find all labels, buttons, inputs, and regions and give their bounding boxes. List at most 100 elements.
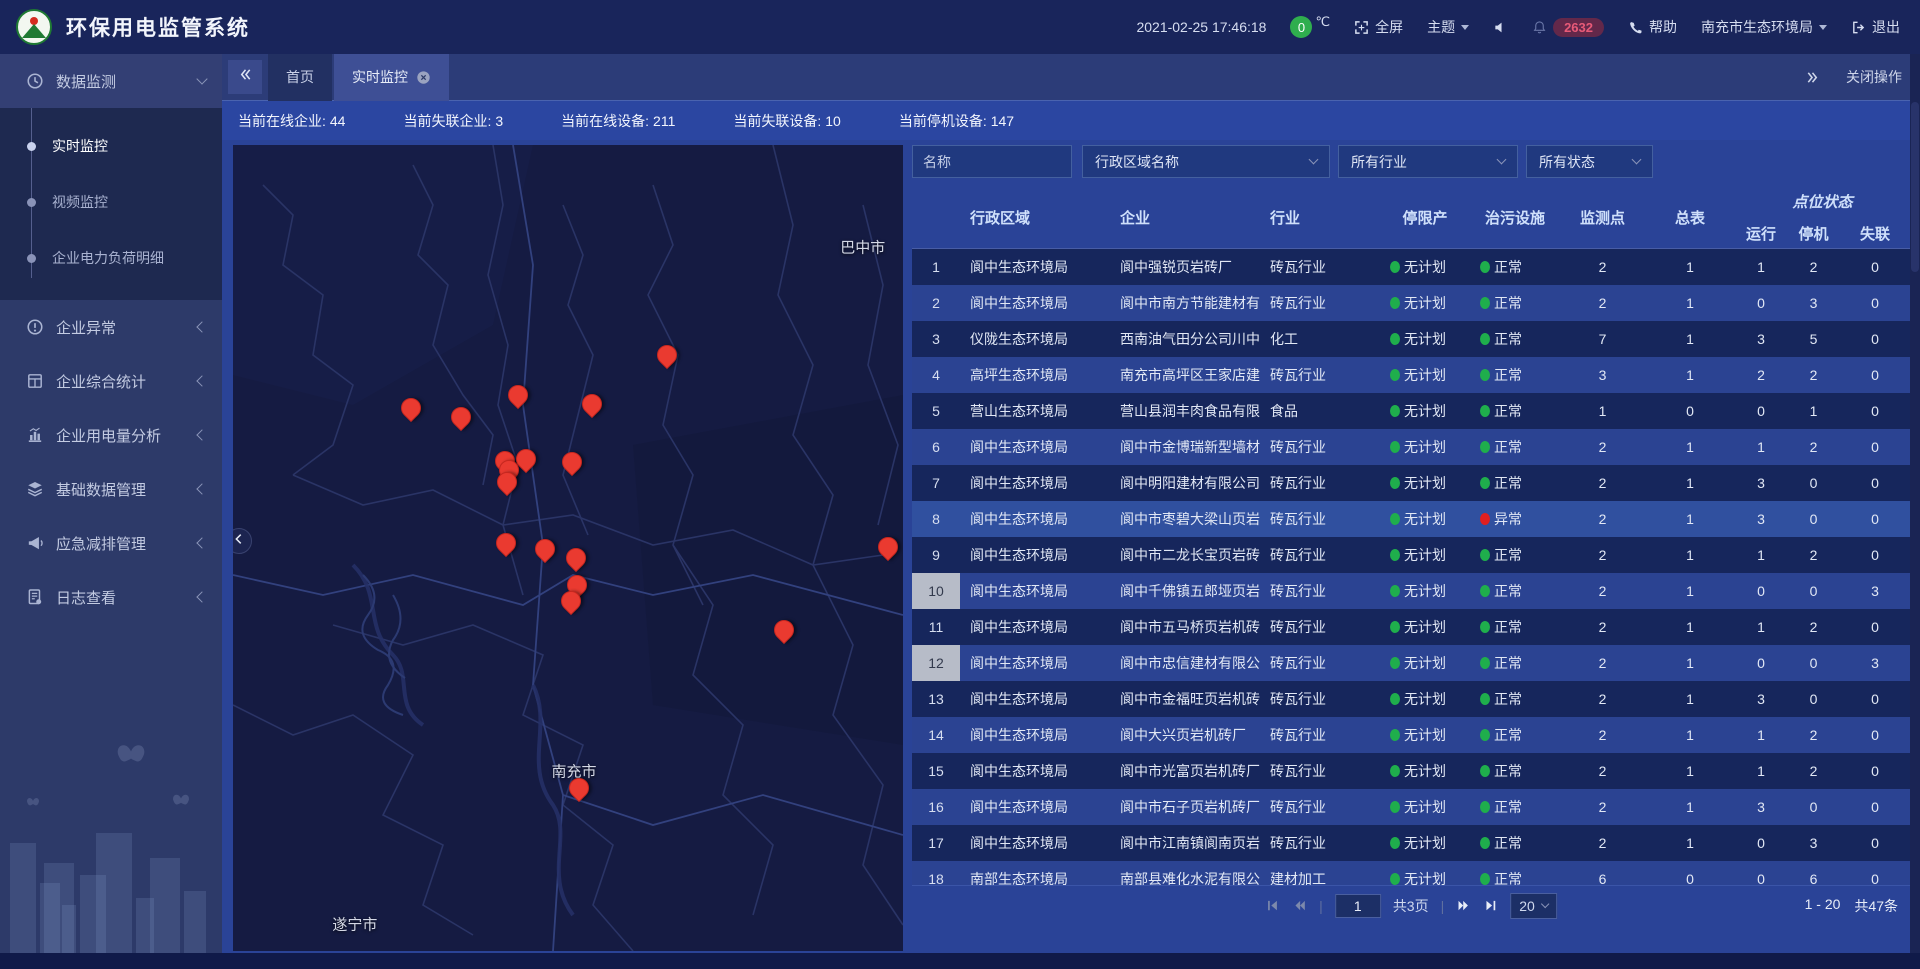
sidebar-item-base-data[interactable]: 基础数据管理 [0, 462, 222, 516]
butterfly-decoration [27, 798, 39, 806]
next-page-button[interactable] [1456, 898, 1471, 913]
tab-home[interactable]: 首页 [268, 54, 332, 101]
last-page-button[interactable] [1483, 898, 1498, 913]
table-row[interactable]: 1阆中生态环境局阆中强锐页岩砖厂砖瓦行业无计划正常21120 [912, 249, 1910, 285]
sidebar-subitem-realtime-monitor[interactable]: 实时监控 [0, 118, 222, 174]
logout-icon [1851, 20, 1866, 35]
cell-stopped: 0 [1787, 573, 1840, 609]
table-row[interactable]: 3仪陇生态环境局西南油气田分公司川中化工无计划正常71350 [912, 321, 1910, 357]
table-row[interactable]: 6阆中生态环境局阆中市金博瑞新型墙材砖瓦行业无计划正常21120 [912, 429, 1910, 465]
cell-company: 阆中市二龙长宝页岩砖 [1110, 537, 1260, 573]
status-filter-select[interactable]: 所有状态 [1526, 145, 1653, 178]
cell-facility-status: 正常 [1470, 465, 1560, 501]
sidebar-item-data-monitor[interactable]: 数据监测 [0, 54, 222, 108]
name-filter-input[interactable] [912, 145, 1072, 178]
mute-button[interactable] [1493, 20, 1508, 35]
cell-stopped: 0 [1787, 789, 1840, 825]
logout-button[interactable]: 退出 [1851, 17, 1900, 37]
cell-industry: 砖瓦行业 [1260, 537, 1380, 573]
cell-region: 阆中生态环境局 [960, 537, 1110, 573]
cell-limit-status: 无计划 [1380, 357, 1470, 393]
tabs-scroll-right-button[interactable] [1805, 70, 1820, 85]
scrollbar-thumb[interactable] [1911, 102, 1919, 272]
cell-facility-status: 正常 [1470, 357, 1560, 393]
help-button[interactable]: 帮助 [1628, 17, 1677, 37]
table-row[interactable]: 2阆中生态环境局阆中市南方节能建材有砖瓦行业无计划正常21030 [912, 285, 1910, 321]
org-menu-button[interactable]: 南充市生态环境局 [1701, 17, 1827, 37]
table-row[interactable]: 13阆中生态环境局阆中市金福旺页岩机砖砖瓦行业无计划正常21300 [912, 681, 1910, 717]
sidebar-item-emergency-reduction[interactable]: 应急减排管理 [0, 516, 222, 570]
page-number-input[interactable] [1335, 894, 1381, 918]
bullet-dot-icon [27, 254, 36, 263]
page-size-select[interactable]: 20 [1510, 893, 1557, 919]
sidebar-item-power-usage-analysis[interactable]: 企业用电量分析 [0, 408, 222, 462]
cell-limit-status: 无计划 [1380, 825, 1470, 861]
table-row[interactable]: 17阆中生态环境局阆中市江南镇阆南页岩砖瓦行业无计划正常21030 [912, 825, 1910, 861]
region-filter-select[interactable]: 行政区域名称 [1082, 145, 1330, 178]
cell-index: 11 [912, 609, 960, 645]
table-row[interactable]: 9阆中生态环境局阆中市二龙长宝页岩砖砖瓦行业无计划正常21120 [912, 537, 1910, 573]
prev-page-button[interactable] [1292, 898, 1307, 913]
table-row[interactable]: 12阆中生态环境局阆中市忠信建材有限公砖瓦行业无计划正常21003 [912, 645, 1910, 681]
cell-index: 5 [912, 393, 960, 429]
first-page-button[interactable] [1265, 898, 1280, 913]
chevron-down-icon [1497, 155, 1507, 165]
table-row[interactable]: 15阆中生态环境局阆中市光富页岩机砖厂砖瓦行业无计划正常21120 [912, 753, 1910, 789]
theme-button[interactable]: 主题 [1427, 17, 1469, 37]
cell-total-meters: 1 [1645, 537, 1735, 573]
cell-stopped: 2 [1787, 609, 1840, 645]
cell-index: 1 [912, 249, 960, 285]
cell-running: 0 [1735, 645, 1787, 681]
cell-running: 3 [1735, 789, 1787, 825]
cell-total-meters: 1 [1645, 825, 1735, 861]
table-row[interactable]: 14阆中生态环境局阆中大兴页岩机砖厂砖瓦行业无计划正常21120 [912, 717, 1910, 753]
cell-region: 阆中生态环境局 [960, 753, 1110, 789]
cell-facility-status: 正常 [1470, 645, 1560, 681]
sidebar-subitem-power-load-detail[interactable]: 企业电力负荷明细 [0, 230, 222, 286]
cell-industry: 砖瓦行业 [1260, 465, 1380, 501]
cell-total-meters: 1 [1645, 429, 1735, 465]
sidebar-item-enterprise-stats[interactable]: 企业综合统计 [0, 354, 222, 408]
tab-close-icon[interactable] [416, 70, 431, 85]
cell-index: 2 [912, 285, 960, 321]
status-dot-icon [1390, 261, 1400, 273]
cell-total-meters: 0 [1645, 393, 1735, 429]
cell-running: 1 [1735, 753, 1787, 789]
industry-filter-select[interactable]: 所有行业 [1338, 145, 1518, 178]
speaker-icon [1493, 20, 1508, 35]
sidebar-item-enterprise-abnormal[interactable]: 企业异常 [0, 300, 222, 354]
status-dot-icon [1480, 549, 1490, 561]
tabs-scroll-left-button[interactable] [228, 60, 262, 94]
status-dot-icon [1390, 585, 1400, 597]
notifications-button[interactable]: 2632 [1532, 18, 1604, 37]
page: 环保用电监管系统 2021-02-25 17:46:18 0 ℃ 全屏 主题 2… [0, 0, 1920, 969]
sidebar-item-label: 企业用电量分析 [56, 425, 198, 446]
table-row[interactable]: 11阆中生态环境局阆中市五马桥页岩机砖砖瓦行业无计划正常21120 [912, 609, 1910, 645]
table-row[interactable]: 16阆中生态环境局阆中市石子页岩机砖厂砖瓦行业无计划正常21300 [912, 789, 1910, 825]
cell-monitor-points: 2 [1560, 537, 1645, 573]
cell-running: 0 [1735, 285, 1787, 321]
cell-index: 13 [912, 681, 960, 717]
table-row[interactable]: 4高坪生态环境局南充市高坪区王家店建砖瓦行业无计划正常31220 [912, 357, 1910, 393]
status-dot-icon [1390, 729, 1400, 741]
table-row[interactable]: 10阆中生态环境局阆中千佛镇五郎垭页岩砖瓦行业无计划正常21003 [912, 573, 1910, 609]
table-row[interactable]: 7阆中生态环境局阆中明阳建材有限公司砖瓦行业无计划正常21300 [912, 465, 1910, 501]
skyline-decoration [0, 763, 222, 953]
table-row[interactable]: 5营山生态环境局营山县润丰肉食品有限食品无计划正常10010 [912, 393, 1910, 429]
map-panel[interactable]: 巴中市南充市遂宁市 [233, 145, 903, 951]
cell-industry: 砖瓦行业 [1260, 825, 1380, 861]
status-dot-icon [1480, 657, 1490, 669]
page-scrollbar[interactable] [1910, 54, 1920, 953]
column-header: 停机 [1787, 217, 1840, 249]
close-operations-button[interactable]: 关闭操作 [1846, 67, 1902, 87]
column-header: 失联 [1840, 217, 1910, 249]
tab-realtime-monitor[interactable]: 实时监控 [334, 54, 449, 101]
temperature-widget: 0 ℃ [1290, 16, 1330, 38]
fullscreen-button[interactable]: 全屏 [1354, 17, 1403, 37]
clock-icon [26, 72, 44, 90]
sidebar-subitem-video-monitor[interactable]: 视频监控 [0, 174, 222, 230]
table-row[interactable]: 8阆中生态环境局阆中市枣碧大梁山页岩砖瓦行业无计划异常21300 [912, 501, 1910, 537]
cell-facility-status: 正常 [1470, 753, 1560, 789]
sidebar-item-log-view[interactable]: 日志查看 [0, 570, 222, 624]
cell-index: 7 [912, 465, 960, 501]
